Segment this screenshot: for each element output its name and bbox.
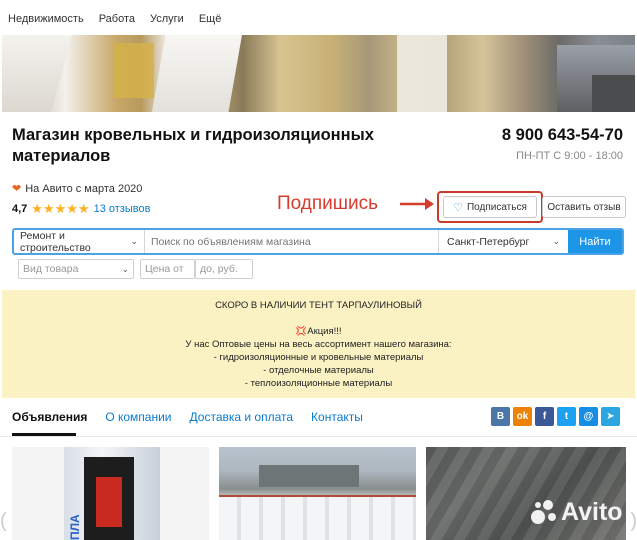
on-avito-since: ❤ На Авито с марта 2020 [12, 182, 143, 196]
twitter-icon[interactable]: t [557, 407, 576, 426]
city-select[interactable]: Санкт-Петербург ⌄ [438, 230, 568, 253]
since-text: На Авито с марта 2020 [25, 182, 143, 195]
shop-phone[interactable]: 8 900 643-54-70 [502, 126, 623, 145]
filters-row: Вид товара ⌄ Цена от до, руб. [18, 259, 253, 279]
heart-icon: ♡ [453, 201, 463, 214]
shop-search-bar: Ремонт и строительство ⌄ Санкт-Петербург… [12, 228, 624, 255]
announce-line: - гидроизоляционные и кровельные материа… [213, 351, 424, 363]
mail-icon[interactable]: @ [579, 407, 598, 426]
chevron-down-icon: ⌄ [552, 236, 560, 246]
shop-title: Магазин кровельных и гидроизоляционных м… [12, 126, 374, 165]
telegram-icon[interactable]: ➤ [601, 407, 620, 426]
odnoklassniki-icon[interactable]: ok [513, 407, 532, 426]
listing-card[interactable]: ПЛА [12, 447, 209, 540]
product-type-placeholder: Вид товара [23, 263, 79, 275]
shop-announcement: СКОРО В НАЛИЧИИ ТЕНТ ТАРПАУЛИНОВЫЙ 💢Акци… [2, 290, 635, 398]
avito-logo-icon [531, 499, 557, 526]
listing-card[interactable] [219, 447, 416, 540]
tab-delivery[interactable]: Доставка и оплата [190, 410, 294, 424]
vk-icon[interactable]: В [491, 407, 510, 426]
divider [0, 436, 637, 437]
nav-item-jobs[interactable]: Работа [99, 13, 135, 25]
subscribe-button[interactable]: ♡ Подписаться [443, 196, 537, 218]
category-value: Ремонт и строительство [20, 229, 91, 254]
shop-tabs: Объявления О компании Доставка и оплата … [12, 410, 363, 424]
city-value: Санкт-Петербург [447, 235, 530, 248]
rating-value: 4,7 [12, 203, 28, 215]
facebook-icon[interactable]: f [535, 407, 554, 426]
announce-line: СКОРО В НАЛИЧИИ ТЕНТ ТАРПАУЛИНОВЫЙ [215, 300, 422, 311]
chevron-down-icon: ⌄ [121, 263, 129, 274]
announce-line: - теплоизоляционные материалы [244, 377, 393, 389]
price-to-field[interactable]: до, руб. [195, 259, 253, 279]
annotation-text: Подпишись [277, 193, 379, 214]
annotation-arrow-icon [400, 198, 434, 210]
chevron-down-icon: ⌄ [130, 236, 138, 246]
star-rating-icon: ★★★★★ [31, 201, 90, 216]
nav-item-realty[interactable]: Недвижимость [8, 13, 84, 25]
share-buttons: В ok f t @ ➤ [491, 407, 620, 426]
announce-line: - отделочные материалы [263, 364, 374, 376]
shop-hours: ПН-ПТ С 9:00 - 18:00 [516, 150, 623, 162]
reviews-link[interactable]: 13 отзывов [94, 203, 151, 215]
tab-about[interactable]: О компании [105, 410, 171, 424]
nav-item-more[interactable]: Ещё [199, 13, 222, 25]
category-select[interactable]: Ремонт и строительство ⌄ [14, 229, 145, 254]
nav-item-services[interactable]: Услуги [150, 13, 184, 25]
subscribe-label: Подписаться [466, 201, 527, 213]
search-button[interactable]: Найти [568, 230, 622, 253]
announce-line: У нас Оптовые цены на весь ассортимент н… [185, 338, 452, 350]
scroll-right-icon[interactable]: ) [630, 510, 637, 533]
product-type-select[interactable]: Вид товара ⌄ [18, 259, 134, 279]
price-from-field[interactable]: Цена от [140, 259, 195, 279]
shop-rating: 4,7 ★★★★★ 13 отзывов [12, 201, 150, 217]
product-image [259, 465, 359, 487]
avito-watermark-text: Avito [561, 498, 623, 526]
fire-icon: ❤ [12, 183, 22, 195]
scroll-left-icon[interactable]: ( [0, 510, 7, 533]
shop-banner-image [2, 35, 635, 112]
tab-contacts[interactable]: Контакты [311, 410, 363, 424]
avito-watermark: Avito [531, 498, 623, 527]
tab-listings[interactable]: Объявления [12, 410, 87, 424]
top-nav: Недвижимость Работа Услуги Ещё [0, 0, 637, 38]
search-input[interactable] [145, 230, 438, 253]
announce-line: 💢Акция!!! [295, 325, 342, 337]
leave-review-button[interactable]: Оставить отзыв [542, 196, 626, 218]
